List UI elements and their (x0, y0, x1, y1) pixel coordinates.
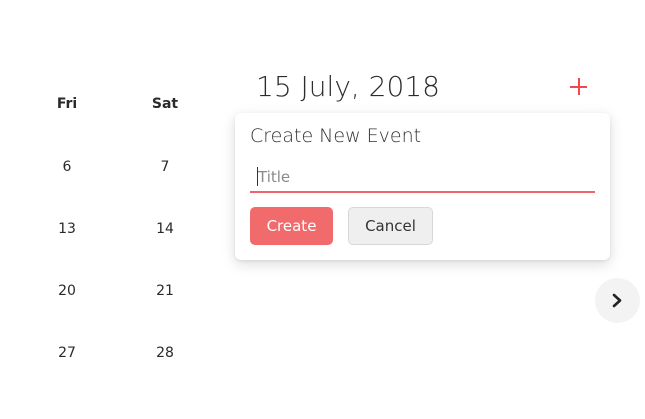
popover-title: Create New Event (250, 125, 422, 147)
day-cell[interactable]: 20 (37, 283, 97, 299)
cancel-button[interactable]: Cancel (348, 207, 433, 245)
create-button[interactable]: Create (250, 207, 333, 245)
day-header-sat: Sat (151, 96, 179, 112)
selected-date-title: 15 July, 2018 (256, 70, 440, 103)
event-title-input[interactable] (250, 163, 595, 193)
calendar-view: Fri 6 13 20 27 Sat 7 14 21 28 15 July, 2… (0, 0, 645, 419)
day-cell[interactable]: 14 (135, 221, 195, 237)
day-cell[interactable]: 7 (135, 159, 195, 175)
day-cell[interactable]: 13 (37, 221, 97, 237)
create-event-popover: Create New Event Create Cancel (235, 113, 610, 260)
day-cell[interactable]: 27 (37, 345, 97, 361)
day-cell[interactable]: 28 (135, 345, 195, 361)
day-cell[interactable]: 6 (37, 159, 97, 175)
text-caret (257, 167, 258, 186)
chevron-right-icon (612, 293, 622, 308)
add-event-button[interactable] (566, 74, 592, 100)
next-button[interactable] (595, 278, 640, 323)
day-header-fri: Fri (56, 96, 78, 112)
day-cell[interactable]: 21 (135, 283, 195, 299)
